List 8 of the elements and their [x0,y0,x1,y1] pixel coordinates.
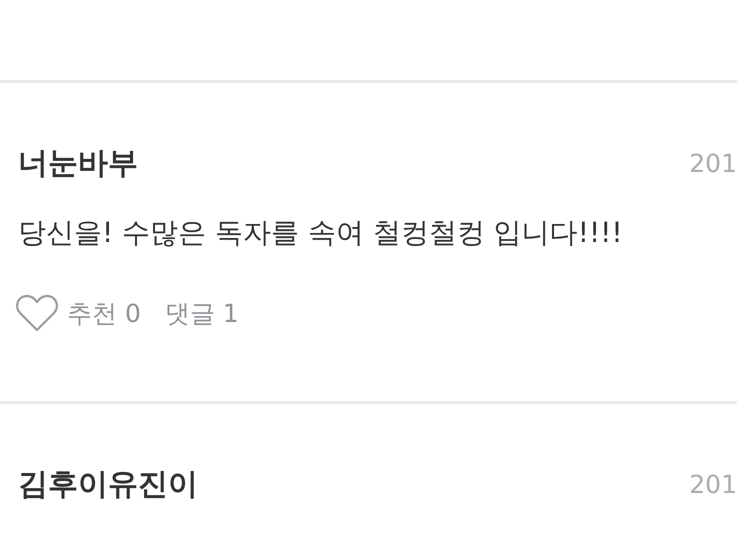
author-name: 너눈바부 [18,144,138,182]
comment-text: 당신을! 수많은 독자를 속여 철컹철컹 입니다!!!! [18,215,624,251]
author-name: 김후이유진이 [18,466,198,504]
comment-date: 201 [689,470,737,498]
like-count[interactable]: 추천 0 [67,296,141,330]
reply-count[interactable]: 댓글 1 [164,296,239,330]
comment-date: 201 [689,148,737,178]
heart-icon[interactable] [15,293,59,333]
